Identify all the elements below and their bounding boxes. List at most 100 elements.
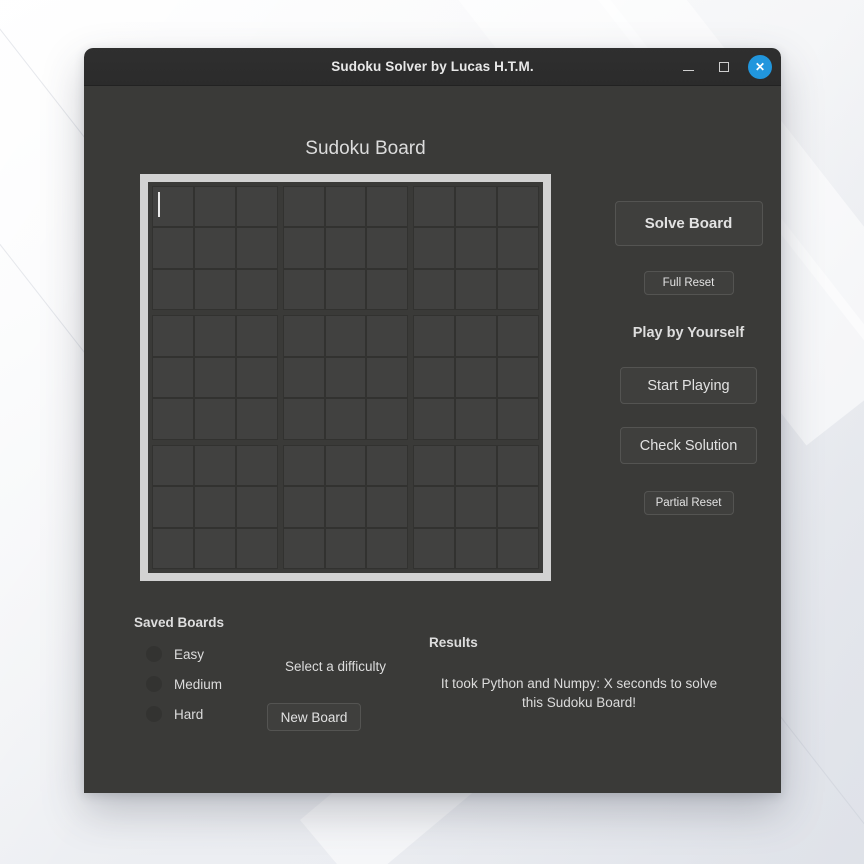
sudoku-cell[interactable]: [324, 356, 367, 399]
sudoku-cell[interactable]: [152, 444, 194, 487]
sudoku-cell[interactable]: [152, 527, 194, 569]
sudoku-cell[interactable]: [235, 315, 278, 357]
sudoku-cell[interactable]: [152, 486, 194, 528]
sudoku-cell[interactable]: [193, 444, 236, 487]
sudoku-cell[interactable]: [235, 527, 278, 569]
difficulty-radio-hard[interactable]: Hard: [146, 706, 222, 722]
sudoku-cell[interactable]: [455, 527, 498, 569]
sudoku-cell[interactable]: [324, 398, 367, 440]
sudoku-cell[interactable]: [455, 186, 498, 228]
sudoku-cell[interactable]: [366, 486, 409, 528]
sudoku-cell[interactable]: [497, 227, 539, 269]
sudoku-board-grid[interactable]: [148, 182, 543, 573]
sudoku-cell[interactable]: [455, 268, 498, 311]
radio-icon: [146, 676, 162, 692]
partial-reset-button[interactable]: Partial Reset: [643, 491, 734, 515]
sudoku-cell[interactable]: [455, 486, 498, 528]
sudoku-cell[interactable]: [366, 227, 409, 269]
sudoku-cell[interactable]: [324, 444, 367, 487]
page-title: Sudoku Board: [305, 138, 426, 159]
sudoku-cell[interactable]: [282, 268, 325, 311]
sudoku-cell[interactable]: [282, 356, 325, 399]
sudoku-cell[interactable]: [497, 527, 539, 569]
sudoku-cell[interactable]: [152, 227, 194, 269]
sudoku-cell[interactable]: [455, 227, 498, 269]
sudoku-cell[interactable]: [324, 227, 367, 269]
sudoku-cell[interactable]: [413, 486, 456, 528]
solve-board-button[interactable]: Solve Board: [614, 201, 763, 246]
sudoku-cell[interactable]: [413, 356, 456, 399]
sudoku-cell[interactable]: [193, 356, 236, 399]
sudoku-cell[interactable]: [235, 356, 278, 399]
full-reset-button[interactable]: Full Reset: [643, 271, 734, 295]
sudoku-cell[interactable]: [366, 527, 409, 569]
close-button[interactable]: ✕: [748, 55, 772, 79]
sudoku-cell[interactable]: [282, 315, 325, 357]
sudoku-cell[interactable]: [193, 527, 236, 569]
sudoku-cell[interactable]: [193, 268, 236, 311]
sudoku-cell[interactable]: [497, 398, 539, 440]
sudoku-cell[interactable]: [455, 356, 498, 399]
sudoku-cell[interactable]: [366, 398, 409, 440]
control-column: Solve Board Full Reset Play by Yourself …: [596, 174, 781, 515]
sudoku-cell[interactable]: [235, 186, 278, 228]
sudoku-cell[interactable]: [497, 486, 539, 528]
sudoku-cell[interactable]: [235, 268, 278, 311]
sudoku-cell[interactable]: [497, 444, 539, 487]
sudoku-cell[interactable]: [497, 315, 539, 357]
sudoku-cell[interactable]: [455, 315, 498, 357]
sudoku-cell[interactable]: [413, 315, 456, 357]
sudoku-cell[interactable]: [413, 398, 456, 440]
new-board-button[interactable]: New Board: [267, 703, 361, 731]
sudoku-cell[interactable]: [413, 527, 456, 569]
sudoku-cell[interactable]: [497, 186, 539, 228]
sudoku-cell[interactable]: [413, 444, 456, 487]
sudoku-cell[interactable]: [366, 268, 409, 311]
start-playing-button[interactable]: Start Playing: [620, 367, 757, 404]
sudoku-cell[interactable]: [413, 186, 456, 228]
sudoku-cell[interactable]: [152, 315, 194, 357]
sudoku-cell[interactable]: [366, 315, 409, 357]
sudoku-cell[interactable]: [235, 398, 278, 440]
difficulty-radio-easy[interactable]: Easy: [146, 646, 222, 662]
sudoku-cell[interactable]: [193, 486, 236, 528]
sudoku-cell[interactable]: [193, 227, 236, 269]
sudoku-block: [152, 444, 278, 569]
sudoku-cell[interactable]: [324, 268, 367, 311]
sudoku-cell[interactable]: [235, 227, 278, 269]
sudoku-cell[interactable]: [455, 444, 498, 487]
sudoku-cell[interactable]: [193, 186, 236, 228]
sudoku-cell[interactable]: [282, 486, 325, 528]
sudoku-cell[interactable]: [193, 398, 236, 440]
sudoku-cell[interactable]: [324, 315, 367, 357]
sudoku-cell[interactable]: [324, 527, 367, 569]
difficulty-radio-medium[interactable]: Medium: [146, 676, 222, 692]
sudoku-cell[interactable]: [455, 398, 498, 440]
sudoku-cell[interactable]: [282, 227, 325, 269]
sudoku-cell[interactable]: [152, 186, 194, 228]
sudoku-cell[interactable]: [235, 486, 278, 528]
saved-boards-heading: Saved Boards: [134, 615, 225, 630]
sudoku-cell[interactable]: [282, 186, 325, 228]
sudoku-cell[interactable]: [282, 527, 325, 569]
sudoku-cell[interactable]: [413, 268, 456, 311]
sudoku-cell[interactable]: [235, 444, 278, 487]
sudoku-cell[interactable]: [366, 444, 409, 487]
sudoku-cell[interactable]: [497, 268, 539, 311]
sudoku-cell[interactable]: [324, 186, 367, 228]
maximize-button[interactable]: [712, 55, 736, 79]
sudoku-cell[interactable]: [413, 227, 456, 269]
radio-icon: [146, 646, 162, 662]
sudoku-cell[interactable]: [366, 356, 409, 399]
minimize-button[interactable]: [676, 55, 700, 79]
sudoku-cell[interactable]: [366, 186, 409, 228]
check-solution-button[interactable]: Check Solution: [620, 427, 757, 464]
sudoku-cell[interactable]: [152, 398, 194, 440]
sudoku-cell[interactable]: [152, 356, 194, 399]
sudoku-cell[interactable]: [324, 486, 367, 528]
sudoku-cell[interactable]: [282, 444, 325, 487]
sudoku-cell[interactable]: [497, 356, 539, 399]
sudoku-cell[interactable]: [193, 315, 236, 357]
sudoku-cell[interactable]: [282, 398, 325, 440]
sudoku-cell[interactable]: [152, 268, 194, 311]
